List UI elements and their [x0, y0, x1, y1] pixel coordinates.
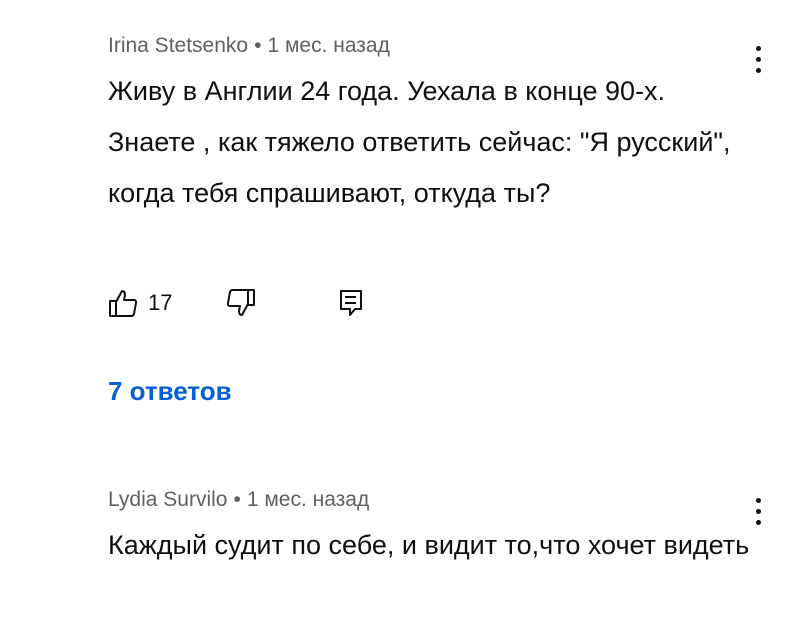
comment-thread-2: Lydia Survilo • 1 мес. назад Каждый судит … [108, 484, 761, 571]
thumb-down-icon [227, 289, 256, 316]
comment-header: Irina Stetsenko • 1 мес. назад [108, 30, 760, 62]
thumb-up-icon [109, 290, 138, 317]
comment-thread-1: Irina Stetsenko • 1 мес. назад Живу в Англ… [108, 30, 761, 406]
comment-author[interactable]: Lydia Survilo [108, 488, 227, 511]
comment-author[interactable]: Irina Stetsenko [108, 34, 248, 57]
meta-separator: • [254, 34, 262, 57]
reply-button[interactable] [338, 289, 364, 317]
more-vertical-icon[interactable] [752, 46, 764, 73]
view-replies-button[interactable]: 7 ответов [108, 376, 232, 407]
like-button[interactable]: 17 [108, 288, 172, 318]
comment-timestamp[interactable]: 1 мес. назад [247, 488, 369, 511]
meta-separator: • [233, 488, 241, 511]
more-vertical-icon[interactable] [752, 498, 764, 525]
dislike-button[interactable] [226, 288, 256, 318]
like-count: 17 [148, 290, 173, 315]
comment-reply-icon [340, 290, 363, 316]
comment-header: Lydia Survilo • 1 мес. назад [108, 484, 760, 516]
comment-text: Каждый судит по себе, и видит то,что хоч… [108, 530, 750, 560]
comment-text: Живу в Англии 24 года. Уехала в конце 90… [108, 76, 731, 208]
comment-actions: 17 [108, 286, 364, 320]
comment-timestamp[interactable]: 1 мес. назад [267, 34, 389, 57]
